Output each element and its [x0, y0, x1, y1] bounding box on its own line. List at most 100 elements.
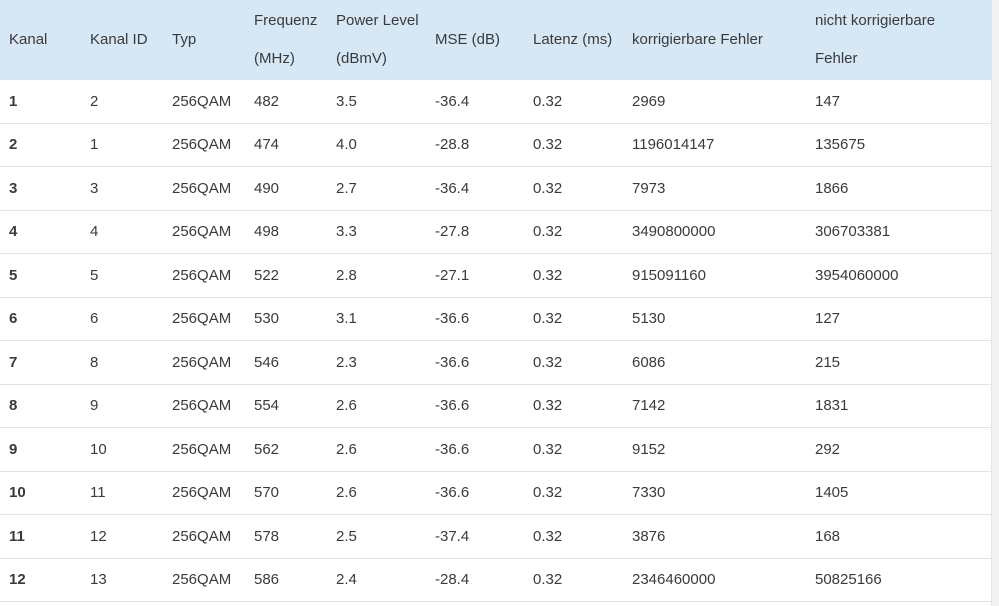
table-cell: 127 — [806, 297, 991, 341]
column-header: Typ — [163, 0, 245, 80]
table-cell: 2.4 — [327, 558, 426, 602]
table-cell: 168 — [806, 514, 991, 559]
table-cell: 12 — [0, 558, 81, 602]
column-header-label: Kanal ID — [90, 31, 148, 48]
table-cell: 256QAM — [163, 427, 245, 472]
table-cell: 2.6 — [327, 427, 426, 472]
column-header: Latenz (ms) — [524, 0, 623, 80]
table-cell: 147 — [806, 80, 991, 124]
table-cell: 1866 — [806, 166, 991, 211]
table-cell: 50825166 — [806, 558, 991, 602]
table-cell: 3490800000 — [623, 210, 806, 254]
table-cell: 562 — [245, 427, 327, 472]
table-cell: 554 — [245, 384, 327, 428]
table-cell: 586 — [245, 558, 327, 602]
table-cell: -28.4 — [426, 558, 524, 602]
table-row: 6 6 256QAM 530 3.1 -36.6 0.32 5130 127 — [0, 297, 991, 341]
table-row: 3 3 256QAM 490 2.7 -36.4 0.32 7973 1866 — [0, 166, 991, 211]
table-cell: 3954060000 — [806, 253, 991, 298]
column-header-label: Power Level — [336, 12, 419, 29]
table-cell: 2.7 — [327, 166, 426, 211]
table-cell: 8 — [0, 384, 81, 428]
table-cell: 3876 — [623, 514, 806, 559]
column-header: Frequenz (MHz) — [245, 0, 327, 80]
table-cell: 6 — [81, 297, 163, 341]
table-cell: 0.32 — [524, 210, 623, 254]
table-row: 5 5 256QAM 522 2.8 -27.1 0.32 915091160 39540600… — [0, 253, 991, 298]
table-cell: 578 — [245, 514, 327, 559]
table-cell: 306703381 — [806, 210, 991, 254]
column-header-unit: Fehler — [815, 50, 858, 67]
table-cell: 2.3 — [327, 340, 426, 385]
table-cell: 10 — [81, 427, 163, 472]
table-cell: 13 — [81, 558, 163, 602]
table-cell: 256QAM — [163, 471, 245, 515]
column-header: Power Level (dBmV) — [327, 0, 426, 80]
table-cell: 11 — [0, 514, 81, 559]
column-header-label: korrigierbare Fehler — [632, 31, 763, 48]
table-cell: 7330 — [623, 471, 806, 515]
table-cell: 9 — [0, 427, 81, 472]
table-cell: 2 — [0, 123, 81, 167]
table-cell: 7973 — [623, 166, 806, 211]
table-cell: 256QAM — [163, 210, 245, 254]
table-cell: 5130 — [623, 297, 806, 341]
table-cell: 256QAM — [163, 123, 245, 167]
column-header-label: Kanal — [9, 31, 48, 48]
table-cell: -36.6 — [426, 384, 524, 428]
table-cell: -36.4 — [426, 166, 524, 211]
table-cell: 8 — [81, 340, 163, 385]
table-cell: 0.32 — [524, 384, 623, 428]
table-cell: 292 — [806, 427, 991, 472]
column-header: Kanal — [0, 0, 81, 80]
table-cell: 3 — [81, 166, 163, 211]
column-header: korrigierbare Fehler — [623, 0, 806, 80]
table-cell: 4 — [81, 210, 163, 254]
table-cell: 256QAM — [163, 384, 245, 428]
table-cell: 2.6 — [327, 471, 426, 515]
table-cell: 256QAM — [163, 558, 245, 602]
table-cell: 1196014147 — [623, 123, 806, 167]
table-cell: -27.8 — [426, 210, 524, 254]
column-header-label: nicht korrigierbare — [815, 12, 936, 29]
table-cell: 3.3 — [327, 210, 426, 254]
scrollbar[interactable] — [991, 0, 999, 606]
table-cell: 1 — [0, 80, 81, 124]
table-cell: 256QAM — [163, 514, 245, 559]
column-header-unit: (dBmV) — [336, 50, 387, 67]
table-cell: 10 — [0, 471, 81, 515]
column-header: Kanal ID — [81, 0, 163, 80]
table-cell: 256QAM — [163, 297, 245, 341]
table-cell: 7142 — [623, 384, 806, 428]
table-cell: 0.32 — [524, 514, 623, 559]
table-cell: 5 — [0, 253, 81, 298]
column-header: nicht korrigierbare Fehler — [806, 0, 991, 80]
table-cell: 0.32 — [524, 253, 623, 298]
table-cell: 3 — [0, 166, 81, 211]
table-cell: 9152 — [623, 427, 806, 472]
table-cell: 12 — [81, 514, 163, 559]
table-cell: 522 — [245, 253, 327, 298]
table-row: 11 12 256QAM 578 2.5 -37.4 0.32 3876 168 — [0, 514, 991, 559]
table-row: 2 1 256QAM 474 4.0 -28.8 0.32 1196014147 135675 — [0, 123, 991, 167]
table-cell: 530 — [245, 297, 327, 341]
table-cell: 498 — [245, 210, 327, 254]
table-cell: 0.32 — [524, 166, 623, 211]
downstream-channel-table: Kanal Kanal ID Typ Frequenz (MHz) Power Level… — [0, 0, 991, 602]
table-cell: 2.6 — [327, 384, 426, 428]
table-cell: 1831 — [806, 384, 991, 428]
table-cell: 546 — [245, 340, 327, 385]
table-cell: 1 — [81, 123, 163, 167]
table-cell: 0.32 — [524, 297, 623, 341]
table-cell: 2 — [81, 80, 163, 124]
table-cell: 2.5 — [327, 514, 426, 559]
table-row: 12 13 256QAM 586 2.4 -28.4 0.32 2346460000 50825… — [0, 558, 991, 602]
table-row: 8 9 256QAM 554 2.6 -36.6 0.32 7142 1831 — [0, 384, 991, 428]
table-cell: 0.32 — [524, 427, 623, 472]
table-cell: -28.8 — [426, 123, 524, 167]
table-cell: -36.6 — [426, 427, 524, 472]
table-cell: 570 — [245, 471, 327, 515]
table-cell: 256QAM — [163, 340, 245, 385]
table-cell: 6086 — [623, 340, 806, 385]
table-cell: -36.4 — [426, 80, 524, 124]
